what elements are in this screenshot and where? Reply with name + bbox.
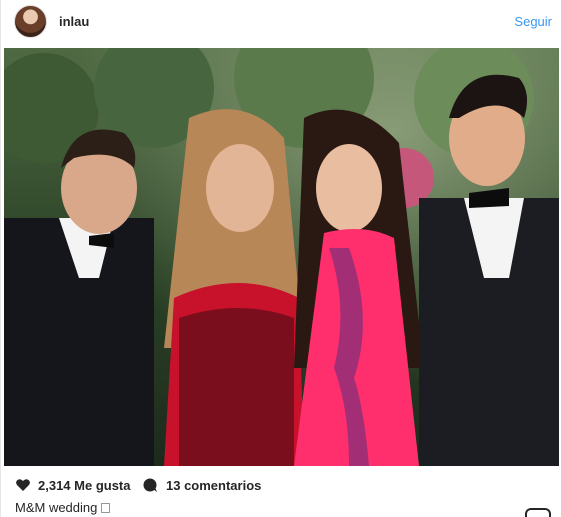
username[interactable]: inlau [59, 14, 89, 29]
photo-illustration [4, 48, 559, 466]
post-actions: 2,314 Me gusta 13 comentarios [1, 474, 561, 498]
comment-bubble-icon[interactable] [142, 477, 158, 493]
caption-text: M&M wedding [15, 500, 98, 515]
instagram-post: inlau Seguir 2,314 Me gusta 13 comentari… [0, 0, 561, 517]
post-photo[interactable] [4, 48, 559, 466]
heart-icon[interactable] [15, 477, 31, 493]
post-header: inlau Seguir [1, 0, 561, 46]
post-caption: M&M wedding [15, 500, 111, 515]
profile-avatar[interactable] [14, 5, 47, 38]
likes-count[interactable]: 2,314 Me gusta [38, 478, 131, 493]
instagram-logo-icon[interactable] [525, 508, 551, 517]
emoji-placeholder-icon [101, 503, 111, 513]
comments-count[interactable]: 13 comentarios [166, 478, 261, 493]
follow-button[interactable]: Seguir [514, 14, 552, 29]
